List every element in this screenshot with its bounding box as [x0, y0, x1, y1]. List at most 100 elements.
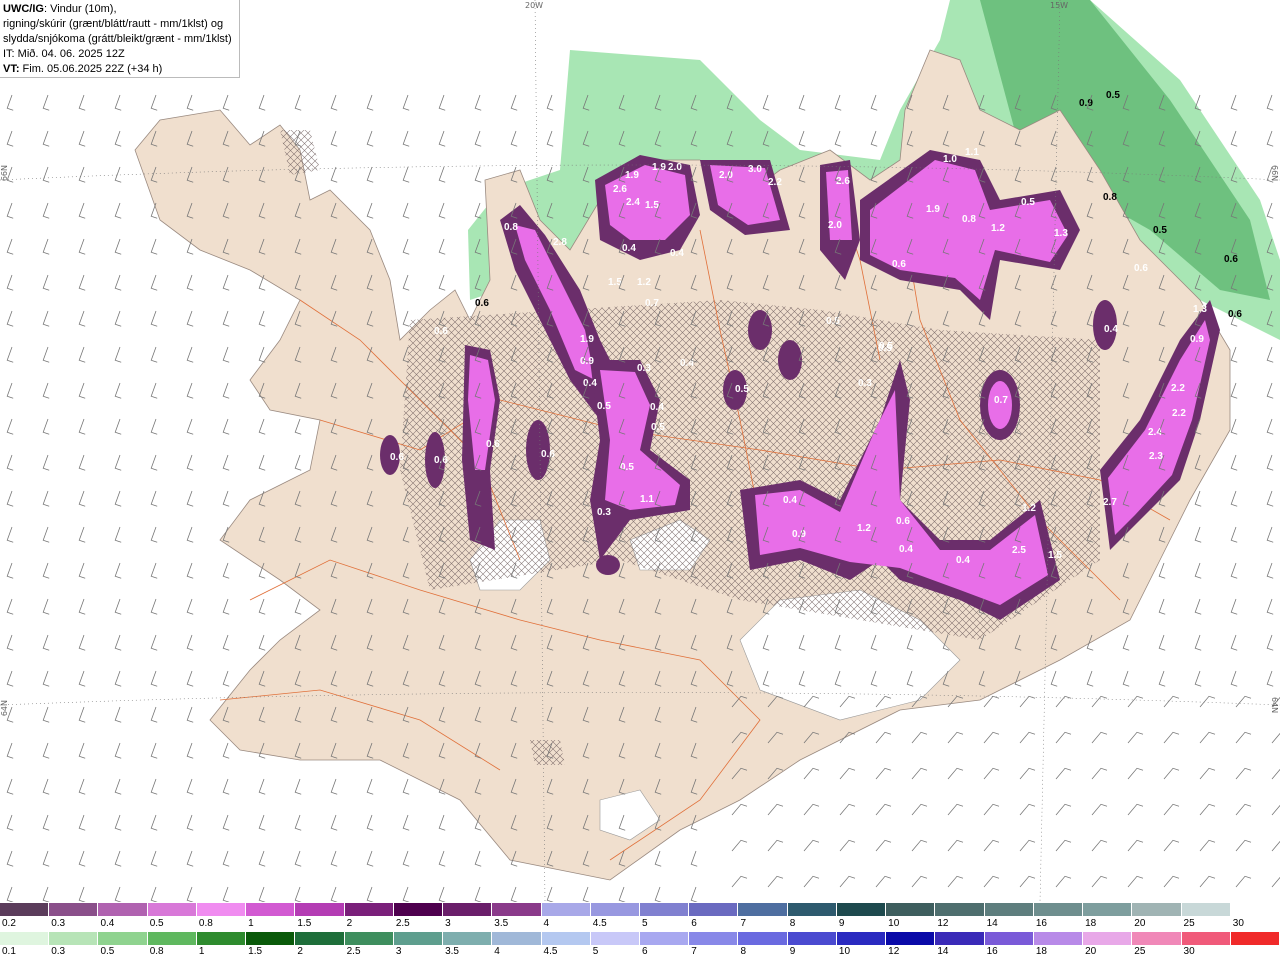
legend-tick-label: 2.5 — [395, 918, 410, 929]
legend-tick-label: 0.5 — [100, 946, 115, 957]
legend-color-cell — [0, 903, 50, 916]
legend-color-cell — [295, 903, 345, 916]
legend-tick-label: 5 — [592, 946, 599, 957]
valid-time-text: Fim. 05.06.2025 22Z (+34 h) — [19, 63, 163, 75]
precip-label: 0.4 — [583, 378, 597, 389]
legend-color-cell — [984, 903, 1034, 916]
legend-color-cell — [1181, 903, 1231, 916]
precip-label: 0.5 — [620, 462, 634, 473]
precip-label: 0.3 — [597, 507, 611, 518]
coord-left-64n: 64N — [0, 700, 9, 717]
legend-tick-label: 0.3 — [51, 946, 66, 957]
legend-color-cell — [541, 932, 591, 945]
legend-color-cell — [393, 932, 444, 945]
legend-tick-label: 6 — [691, 918, 697, 929]
precip-label: 1.2 — [637, 277, 651, 288]
legend-tick-label: 0.4 — [100, 918, 115, 929]
legend-color-cell — [443, 932, 493, 945]
precip-label: 0.4 — [956, 555, 970, 566]
sleet-hatch-south — [530, 740, 565, 765]
legend-tick-label: 14 — [986, 918, 998, 929]
precip-label: 1.9 — [926, 204, 940, 215]
legend-color-cell — [443, 903, 493, 916]
precip-label: 0.4 — [622, 243, 636, 254]
precip-label: 0.4 — [670, 248, 684, 259]
legend-color-cell — [49, 932, 99, 945]
precip-label: 1.2 — [857, 523, 871, 534]
legend-color-cell — [246, 932, 296, 945]
legend-color-cell — [1083, 903, 1133, 916]
precip-label: 2.0 — [668, 162, 682, 173]
legend-color-cell — [492, 932, 542, 945]
precip-label: 0.6 — [541, 449, 555, 460]
legend-color-cell — [836, 903, 887, 916]
precip-label: 2.7 — [1103, 497, 1117, 508]
precip-label: 2.2 — [768, 177, 782, 188]
legend-tick-label: 20 — [1134, 918, 1146, 929]
precip-label: 2.8 — [553, 237, 567, 248]
precip-label: 0.5 — [1021, 197, 1035, 208]
legend-color-cell — [344, 903, 394, 916]
legend-tick-label: 0.5 — [149, 918, 164, 929]
precip-label: 2.0 — [719, 170, 733, 181]
legend-color-cell — [1181, 932, 1231, 945]
legend-tick-label: 8 — [740, 946, 747, 957]
sea-precip-label: 0.6 — [1224, 254, 1238, 265]
precip-label: 0.6 — [390, 452, 404, 463]
sea-precip-label: 0.9 — [1079, 98, 1093, 109]
model-name: UWC/IG — [3, 3, 44, 15]
precip-label: 1.9 — [625, 170, 639, 181]
legend-tick-label: 25 — [1183, 918, 1195, 929]
legend-tick-label: 5 — [642, 918, 648, 929]
legend-tick-label: 12 — [888, 946, 900, 957]
legend-color-cell — [640, 932, 690, 945]
legend-color-cell — [196, 932, 247, 945]
legend-color-cell — [1230, 932, 1280, 945]
legend-color-cell — [147, 932, 197, 945]
legend-tick-label: 1.5 — [297, 918, 312, 929]
precip-label: 0.8 — [962, 214, 976, 225]
legend-tick-label: 9 — [789, 946, 796, 957]
legend-tick-label: 18 — [1035, 946, 1047, 957]
precip-label: 0.6 — [892, 259, 906, 270]
legend-tick-label: 3.5 — [494, 918, 509, 929]
precip-label: 1.2 — [1022, 503, 1036, 514]
legend-color-cell — [787, 932, 837, 945]
legend-snow-ticks: 0.2 0.3 0.4 0.5 0.8 1 1.5 2 2.5 3 3.5 4 4.5 5 6 7 8 9 10 12… — [0, 918, 1280, 932]
valid-time-label: VT: — [3, 63, 20, 75]
coord-right-66n: 66N — [1270, 165, 1279, 182]
precip-label: 2.2 — [1172, 408, 1186, 419]
legend-color-cell — [689, 932, 739, 945]
legend-tick-label: 9 — [838, 918, 845, 929]
legend-color-cell — [590, 903, 640, 916]
legend-tick-label: 2.5 — [346, 946, 361, 957]
precip-label: 0.9 — [792, 529, 806, 540]
title-line-4: IT: Mið. 04. 06. 2025 12Z — [3, 48, 125, 60]
legend-color-cell — [935, 932, 985, 945]
legend-tick-label: 1 — [198, 946, 205, 957]
legend-tick-label: 0.8 — [198, 918, 213, 929]
title-line-1: UWC/IG: Vindur (10m), — [3, 2, 236, 17]
legend-color-cell — [0, 932, 50, 945]
legend-color-cell — [1033, 903, 1084, 916]
precip-label: 2.0 — [828, 220, 842, 231]
legend-tick-label: 16 — [986, 946, 998, 957]
legend-tick-label: 7 — [691, 946, 697, 957]
precip-label: 1.9 — [580, 334, 594, 345]
legend-tick-label: 2 — [297, 946, 303, 957]
precip-label: 0.9 — [1190, 334, 1204, 345]
precip-label: 0.3 — [858, 378, 872, 389]
legend-tick-label: 12 — [937, 918, 949, 929]
precip-label: 0.4 — [1104, 324, 1118, 335]
precip-label: 2.2 — [1171, 383, 1185, 394]
coord-top-15w: 15W — [1050, 1, 1069, 10]
precip-label: 1.3 — [1193, 304, 1207, 315]
legend-color-cell — [640, 903, 690, 916]
precip-label: 2.6 — [613, 184, 627, 195]
legend-color-cell — [836, 932, 887, 945]
legend-tick-label: 14 — [937, 946, 949, 957]
sea-precip-label: 0.5 — [1106, 90, 1120, 101]
legend-color-cell — [541, 903, 591, 916]
legend-tick-label: 30 — [1183, 946, 1195, 957]
legend-tick-label: 7 — [740, 918, 747, 929]
